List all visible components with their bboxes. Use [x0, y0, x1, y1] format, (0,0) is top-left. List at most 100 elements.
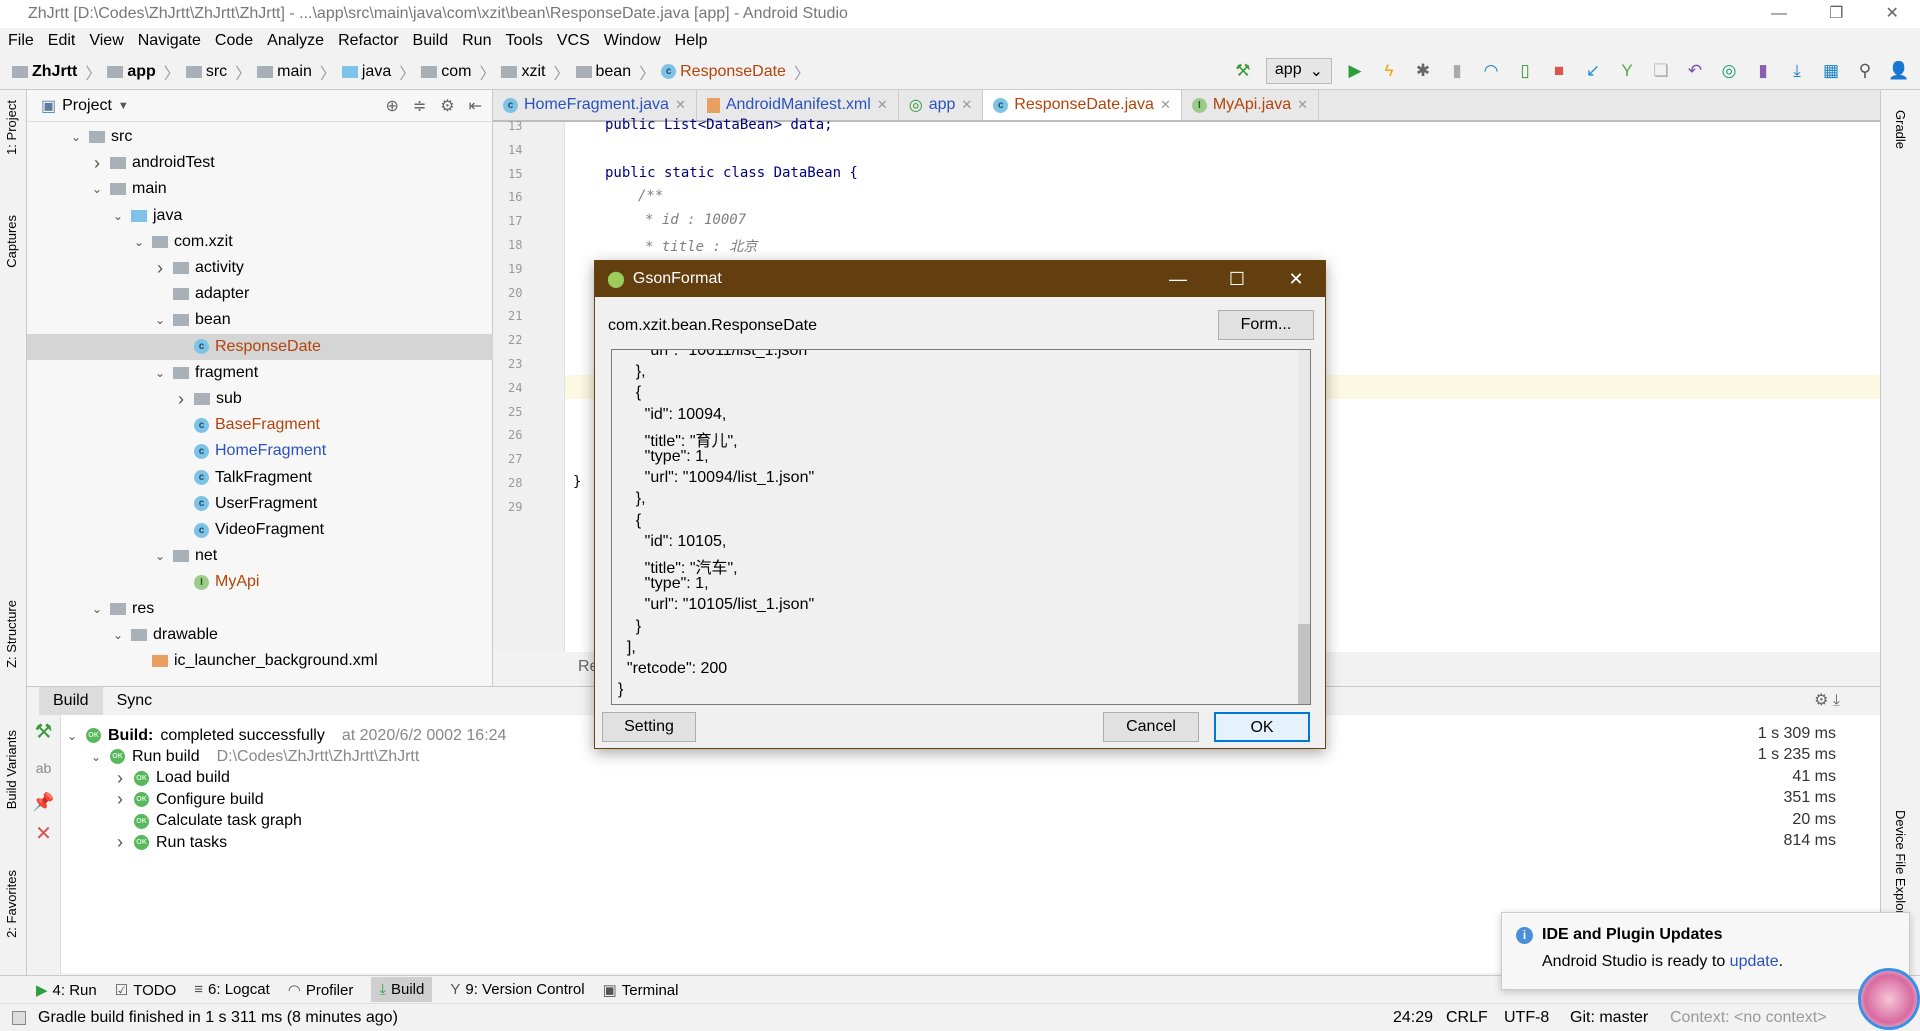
- tree-item[interactable]: adapter: [153, 281, 249, 307]
- tree-item[interactable]: c VideoFragment: [174, 517, 324, 543]
- tab-build-variants[interactable]: Build Variants: [4, 730, 19, 809]
- chevron-right-icon[interactable]: ›: [113, 768, 127, 789]
- tab-sync[interactable]: Sync: [103, 687, 167, 715]
- tree-item[interactable]: ⌄ drawable: [111, 622, 218, 648]
- breadcrumb-item[interactable]: src 〉: [185, 60, 251, 84]
- menu-file[interactable]: File: [8, 28, 34, 54]
- chevron-down-icon[interactable]: ⌄: [89, 750, 103, 764]
- close-icon[interactable]: ✕: [1886, 0, 1899, 28]
- avd-manager-icon[interactable]: ▮: [1752, 60, 1774, 82]
- tree-item[interactable]: › sub: [174, 386, 242, 412]
- toolwindow-9-version-control[interactable]: Y 9: Version Control: [450, 981, 584, 998]
- menu-build[interactable]: Build: [413, 28, 449, 54]
- close-tab-icon[interactable]: ✕: [877, 97, 888, 113]
- toolwindow-todo[interactable]: ☑ TODO: [115, 981, 177, 999]
- tree-item[interactable]: ⌄ net: [153, 543, 217, 569]
- tree-item[interactable]: ic_launcher_background.xml: [132, 648, 378, 674]
- breadcrumb-item[interactable]: xzit 〉: [501, 60, 570, 84]
- tab-structure[interactable]: Z: Structure: [4, 600, 19, 668]
- vcs-commit-icon[interactable]: Y: [1616, 60, 1638, 82]
- chevron-right-icon[interactable]: ›: [153, 255, 167, 281]
- git-branch[interactable]: Git: master: [1570, 1004, 1648, 1031]
- format-button[interactable]: Form...: [1218, 310, 1314, 340]
- tab-myapi-java[interactable]: I MyApi.java ✕: [1182, 90, 1319, 120]
- restore-icon[interactable]: ❐: [1829, 0, 1843, 28]
- close-icon[interactable]: ✕: [1267, 261, 1325, 297]
- hide-icon[interactable]: ⇤: [469, 96, 482, 116]
- collapse-icon[interactable]: ≑: [413, 96, 426, 116]
- tree-item[interactable]: c UserFragment: [174, 491, 317, 517]
- toggle-view-icon[interactable]: ab: [27, 760, 60, 776]
- breadcrumb-item[interactable]: main 〉: [257, 60, 336, 84]
- chevron-down-icon[interactable]: ⌄: [90, 596, 104, 622]
- gear-icon[interactable]: ⚙: [1814, 692, 1828, 709]
- tree-item[interactable]: ⌄ fragment: [153, 360, 258, 386]
- json-textarea[interactable]: "url": "10011/list_1.json" }, { "id": 10…: [611, 349, 1311, 705]
- menu-help[interactable]: Help: [675, 28, 708, 54]
- tree-item[interactable]: c TalkFragment: [174, 465, 312, 491]
- tree-item[interactable]: ⌄ res: [90, 596, 154, 622]
- chevron-right-icon[interactable]: ›: [174, 386, 188, 412]
- tab-homefragment-java[interactable]: c HomeFragment.java ✕: [493, 90, 697, 120]
- tab-captures[interactable]: Captures: [4, 215, 19, 268]
- project-structure-icon[interactable]: ▦: [1820, 60, 1842, 82]
- tab-app[interactable]: ◎ app ✕: [899, 90, 984, 120]
- chevron-down-icon[interactable]: ⌄: [90, 176, 104, 202]
- close-icon[interactable]: ✕: [27, 821, 60, 846]
- stop-icon[interactable]: ■: [1548, 60, 1570, 82]
- chevron-right-icon[interactable]: ›: [90, 150, 104, 176]
- class-name-label[interactable]: com.xzit.bean.ResponseDate: [608, 317, 817, 335]
- breadcrumb-item[interactable]: c ResponseDate 〉: [661, 60, 810, 84]
- cancel-button[interactable]: Cancel: [1103, 712, 1199, 742]
- attach-debugger-icon[interactable]: ▯: [1514, 60, 1536, 82]
- breadcrumb-item[interactable]: com 〉: [421, 60, 495, 84]
- tree-item[interactable]: c ResponseDate: [27, 333, 493, 360]
- tree-item[interactable]: ⌄ bean: [153, 307, 231, 333]
- close-tab-icon[interactable]: ✕: [675, 97, 686, 113]
- caret-position[interactable]: 24:29: [1393, 1004, 1433, 1031]
- chevron-right-icon[interactable]: ›: [113, 832, 127, 853]
- tree-item[interactable]: ⌄ src: [69, 124, 132, 150]
- tab-device-file-explorer[interactable]: Device File Explorer: [1893, 810, 1908, 926]
- toolwindow-6-logcat[interactable]: ≡ 6: Logcat: [194, 981, 269, 998]
- build-row[interactable]: OK Calculate task graph: [113, 811, 302, 832]
- toolwindow-4-run[interactable]: ▶ 4: Run: [36, 981, 97, 999]
- close-tab-icon[interactable]: ✕: [961, 97, 972, 113]
- maximize-icon[interactable]: ☐: [1208, 261, 1266, 297]
- menu-edit[interactable]: Edit: [48, 28, 76, 54]
- chevron-down-icon[interactable]: ▼: [118, 100, 129, 112]
- breadcrumb-item[interactable]: ZhJrtt 〉: [12, 60, 101, 84]
- tab-responsedate-java[interactable]: c ResponseDate.java ✕: [983, 90, 1182, 120]
- chevron-down-icon[interactable]: ⌄: [69, 124, 83, 150]
- menu-run[interactable]: Run: [462, 28, 491, 54]
- tab-gradle[interactable]: Gradle: [1893, 110, 1908, 149]
- tree-item[interactable]: ⌄ com.xzit: [132, 229, 233, 255]
- toolwindow-build[interactable]: ⤓ Build: [371, 977, 433, 1002]
- build-row[interactable]: › OK Run tasks: [113, 832, 227, 853]
- menu-code[interactable]: Code: [215, 28, 253, 54]
- gear-icon[interactable]: ⚙: [440, 96, 454, 116]
- ok-button[interactable]: OK: [1214, 712, 1310, 742]
- project-view-select[interactable]: Project: [62, 97, 112, 115]
- menu-tools[interactable]: Tools: [505, 28, 542, 54]
- tree-item[interactable]: c BaseFragment: [174, 412, 320, 438]
- chevron-right-icon[interactable]: ›: [113, 789, 127, 810]
- update-link[interactable]: update: [1730, 953, 1779, 970]
- tree-item[interactable]: › activity: [153, 255, 244, 281]
- menu-vcs[interactable]: VCS: [557, 28, 590, 54]
- tree-item[interactable]: c HomeFragment: [174, 438, 326, 464]
- compare-icon[interactable]: ❏: [1650, 60, 1672, 82]
- debug-icon[interactable]: ✱: [1412, 60, 1434, 82]
- chevron-down-icon[interactable]: ⌄: [132, 229, 146, 255]
- line-separator[interactable]: CRLF: [1446, 1004, 1488, 1031]
- tab-build[interactable]: Build: [39, 687, 103, 715]
- coverage-icon[interactable]: ▮: [1446, 60, 1468, 82]
- chevron-down-icon[interactable]: ⌄: [111, 203, 125, 229]
- run-icon[interactable]: ▶: [1344, 60, 1366, 82]
- chevron-down-icon[interactable]: ⌄: [111, 622, 125, 648]
- profiler-icon[interactable]: ◠: [1480, 60, 1502, 82]
- minimize-icon[interactable]: —: [1771, 0, 1787, 28]
- menu-refactor[interactable]: Refactor: [338, 28, 398, 54]
- build-row[interactable]: ⌄ OK Build: completed successfully at 2020/6…: [65, 725, 506, 746]
- build-row[interactable]: › OK Configure build: [113, 789, 264, 810]
